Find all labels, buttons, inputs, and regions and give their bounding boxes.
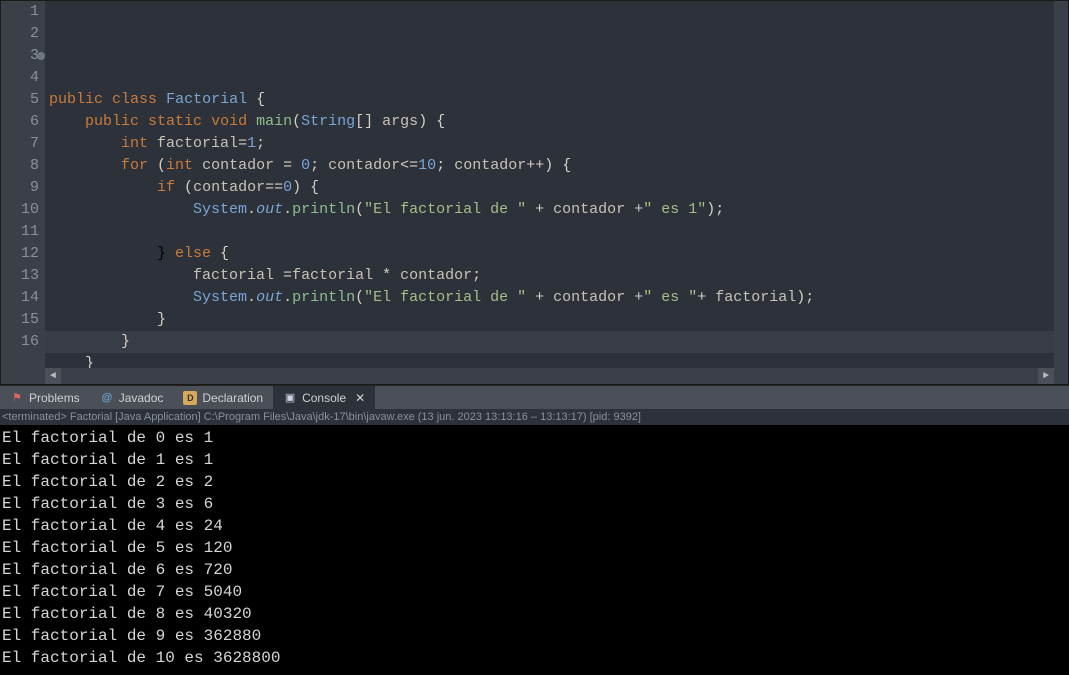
tab-console-label: Console — [302, 391, 346, 405]
close-icon[interactable]: ✕ — [355, 391, 365, 405]
code-line[interactable] — [49, 221, 1068, 243]
code-line[interactable]: factorial =factorial * contador; — [49, 265, 1068, 287]
tab-console[interactable]: ▣ Console ✕ — [273, 386, 375, 409]
line-number[interactable]: 16 — [1, 331, 39, 353]
line-number[interactable]: 5 — [1, 89, 39, 111]
line-number[interactable]: 8 — [1, 155, 39, 177]
code-line[interactable]: } — [49, 353, 1068, 369]
horizontal-scrollbar[interactable]: ◄ ► — [45, 368, 1054, 384]
console-output[interactable]: El factorial de 0 es 1 El factorial de 1… — [0, 425, 1069, 675]
line-number[interactable]: 1 — [1, 1, 39, 23]
code-line[interactable]: if (contador==0) { — [49, 177, 1068, 199]
line-number[interactable]: 12 — [1, 243, 39, 265]
overview-ruler[interactable] — [1054, 1, 1068, 384]
scroll-right-button[interactable]: ► — [1038, 368, 1054, 384]
ide-root: 12345678910111213141516 public class Fac… — [0, 0, 1069, 675]
code-line[interactable]: public class Factorial { — [49, 89, 1068, 111]
console-run-status: <terminated> Factorial [Java Application… — [0, 409, 1069, 425]
code-area[interactable]: public class Factorial { public static v… — [45, 1, 1068, 369]
declaration-icon: D — [183, 391, 197, 405]
code-line[interactable]: System.out.println("El factorial de " + … — [49, 287, 1068, 309]
problems-icon: ⚑ — [10, 391, 24, 405]
line-number[interactable]: 15 — [1, 309, 39, 331]
code-line[interactable]: System.out.println("El factorial de " + … — [49, 199, 1068, 221]
tab-javadoc-label: Javadoc — [119, 391, 164, 405]
javadoc-icon: @ — [100, 391, 114, 405]
line-number[interactable]: 10 — [1, 199, 39, 221]
code-line[interactable]: } — [49, 331, 1068, 353]
line-number-gutter[interactable]: 12345678910111213141516 — [1, 1, 45, 369]
line-number[interactable]: 13 — [1, 265, 39, 287]
scroll-left-button[interactable]: ◄ — [45, 368, 61, 384]
code-line[interactable]: for (int contador = 0; contador<=10; con… — [49, 155, 1068, 177]
code-line[interactable]: int factorial=1; — [49, 133, 1068, 155]
views-tabbar: ⚑ Problems @ Javadoc D Declaration ▣ Con… — [0, 385, 1069, 409]
code-line[interactable]: } else { — [49, 243, 1068, 265]
line-number[interactable]: 9 — [1, 177, 39, 199]
tab-declaration[interactable]: D Declaration — [173, 386, 273, 409]
line-number[interactable]: 7 — [1, 133, 39, 155]
line-number[interactable]: 11 — [1, 221, 39, 243]
code-line[interactable] — [49, 67, 1068, 89]
console-icon: ▣ — [283, 391, 297, 405]
tab-declaration-label: Declaration — [202, 391, 263, 405]
line-number[interactable]: 4 — [1, 67, 39, 89]
code-line[interactable]: } — [49, 309, 1068, 331]
tab-javadoc[interactable]: @ Javadoc — [90, 386, 174, 409]
tab-problems-label: Problems — [29, 391, 80, 405]
line-number[interactable]: 2 — [1, 23, 39, 45]
line-number[interactable]: 6 — [1, 111, 39, 133]
line-number[interactable]: 14 — [1, 287, 39, 309]
line-number[interactable]: 3 — [1, 45, 39, 67]
editor-panel: 12345678910111213141516 public class Fac… — [0, 0, 1069, 385]
code-line[interactable]: public static void main(String[] args) { — [49, 111, 1068, 133]
tab-problems[interactable]: ⚑ Problems — [0, 386, 90, 409]
